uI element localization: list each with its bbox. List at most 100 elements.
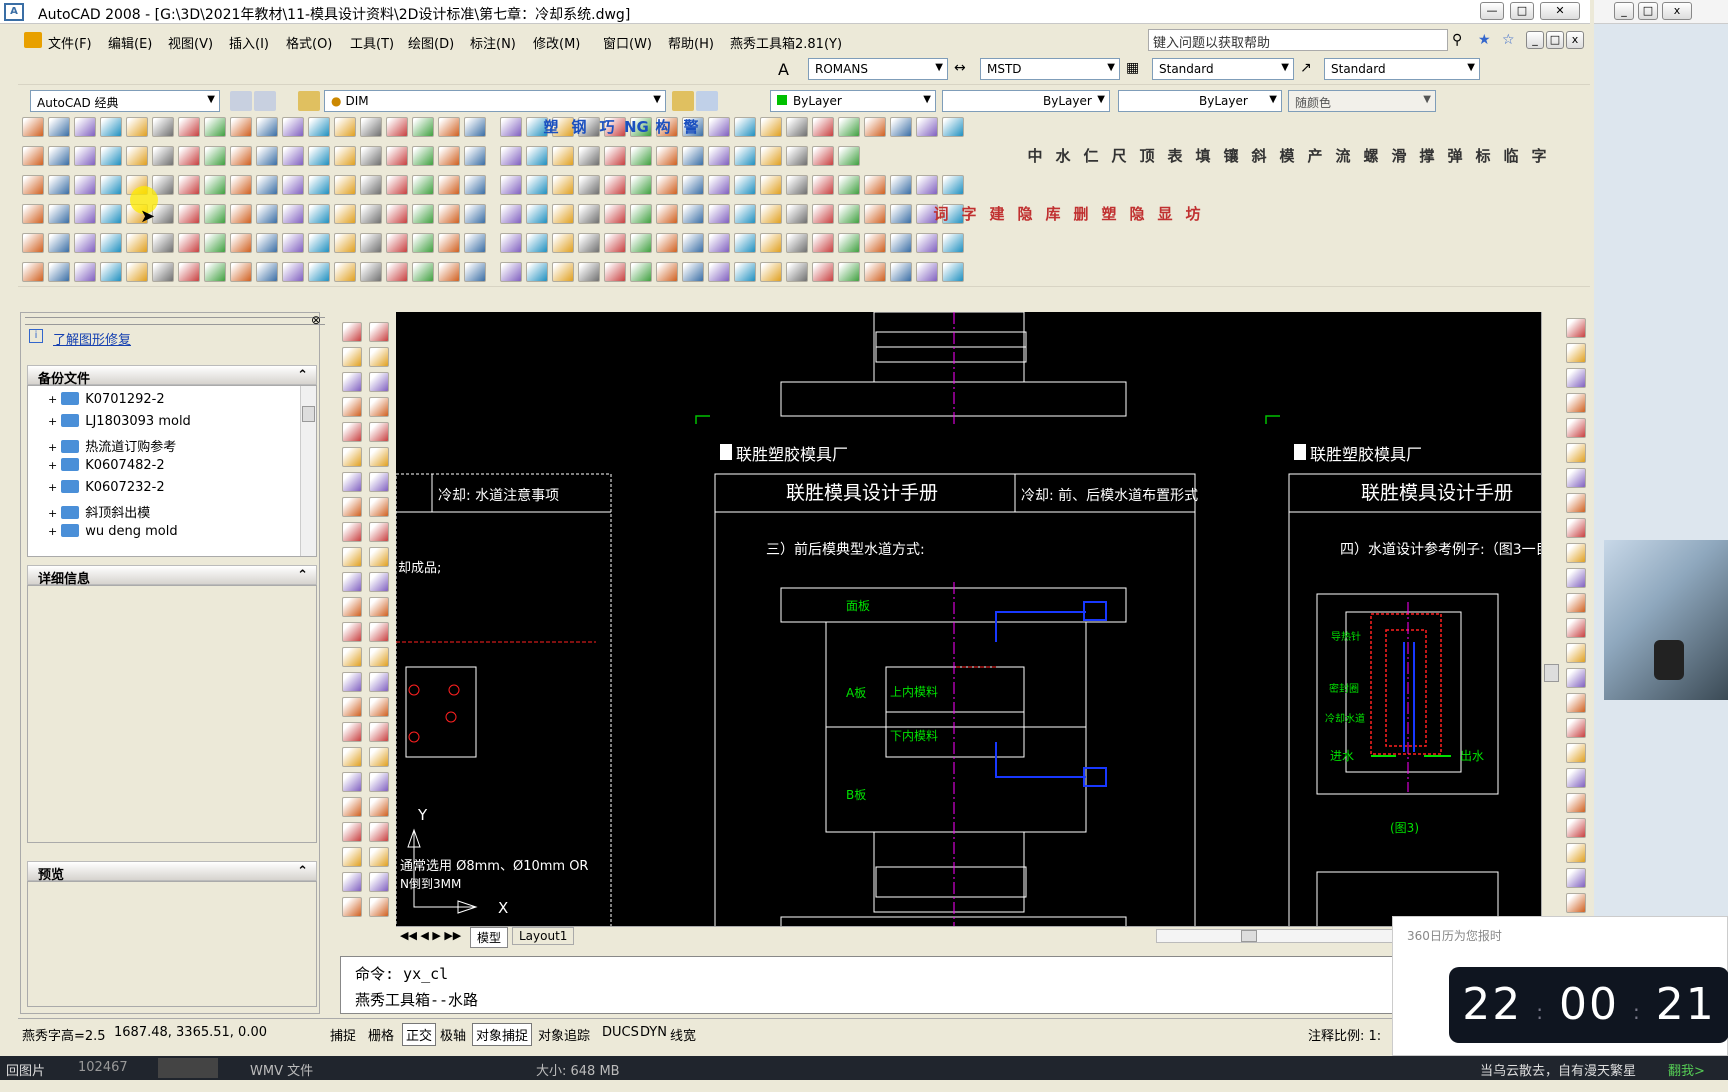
tool-icon[interactable] (334, 175, 356, 195)
tool-icon[interactable] (500, 175, 522, 195)
tool-icon[interactable] (48, 262, 70, 282)
tab-layout1[interactable]: Layout1 (512, 927, 575, 945)
toolbar-text-button[interactable]: 词 (930, 204, 952, 224)
color-select[interactable]: ByLayer ▼ (770, 90, 936, 112)
tool-icon[interactable] (334, 117, 356, 137)
modify-tool-icon[interactable] (1566, 318, 1586, 338)
collapse-icon[interactable]: ⌃ (297, 864, 308, 879)
draw-tool-icon[interactable] (342, 422, 362, 442)
modify-tool-icon[interactable] (1566, 768, 1586, 788)
tool-icon[interactable] (786, 233, 808, 253)
tree-scrollbar[interactable] (300, 386, 316, 556)
table-style-select[interactable]: Standard ▼ (1152, 58, 1294, 80)
panel-grip[interactable] (25, 317, 325, 325)
tool-icon[interactable] (734, 204, 756, 224)
tool-icon[interactable] (578, 262, 600, 282)
bg-minimize-button[interactable]: _ (1614, 2, 1634, 20)
draw-tool-icon[interactable] (342, 497, 362, 517)
modify-tool-icon[interactable] (1566, 543, 1586, 563)
tool-icon[interactable] (838, 262, 860, 282)
details-header[interactable]: 详细信息 ⌃ (27, 565, 317, 587)
draw-tool-icon[interactable] (342, 797, 362, 817)
dimension-tool-icon[interactable] (369, 847, 389, 867)
tool-icon[interactable] (760, 233, 782, 253)
tool-icon[interactable] (656, 146, 678, 166)
tool-icon[interactable] (812, 117, 834, 137)
dimension-tool-icon[interactable] (369, 797, 389, 817)
draw-tool-icon[interactable] (342, 697, 362, 717)
tool-icon[interactable] (334, 146, 356, 166)
tool-icon[interactable] (22, 262, 44, 282)
draw-tool-icon[interactable] (342, 447, 362, 467)
tool-icon[interactable] (360, 117, 382, 137)
tool-icon[interactable] (552, 262, 574, 282)
tool-icon[interactable] (552, 233, 574, 253)
tool-icon[interactable] (838, 175, 860, 195)
lineweight-toggle[interactable]: 线宽 (666, 1023, 700, 1046)
tool-icon[interactable] (360, 204, 382, 224)
menu-edit[interactable]: 编辑(E) (108, 33, 152, 52)
tab-model[interactable]: 模型 (470, 927, 509, 948)
tool-icon[interactable] (282, 233, 304, 253)
tool-icon[interactable] (282, 117, 304, 137)
dimension-tool-icon[interactable] (369, 597, 389, 617)
toolbar-text-button[interactable]: 字 (958, 204, 980, 224)
scrollbar-thumb[interactable] (302, 406, 315, 422)
tab-nav-arrows[interactable]: ◀◀ ◀ ▶ ▶▶ (400, 929, 461, 942)
expand-icon[interactable]: + (48, 507, 57, 520)
dimension-tool-icon[interactable] (369, 747, 389, 767)
tree-item[interactable]: + 斜顶斜出模 (48, 502, 150, 521)
draw-tool-icon[interactable] (342, 722, 362, 742)
menu-file[interactable]: 文件(F) (48, 33, 92, 52)
toolbar-text-button[interactable]: NG (624, 117, 649, 137)
communication-icon[interactable]: ★ (1478, 32, 1491, 48)
dimension-tool-icon[interactable] (369, 397, 389, 417)
tool-icon[interactable] (630, 233, 652, 253)
dimension-tool-icon[interactable] (369, 347, 389, 367)
tool-icon[interactable] (412, 117, 434, 137)
tool-icon[interactable] (438, 175, 460, 195)
tool-icon[interactable] (74, 146, 96, 166)
toolbar-text-button[interactable]: 库 (1042, 204, 1064, 224)
polar-toggle[interactable]: 极轴 (436, 1023, 470, 1046)
taskbar-thumbnail[interactable] (158, 1058, 218, 1078)
tool-icon[interactable] (152, 233, 174, 253)
tool-icon[interactable] (48, 175, 70, 195)
toolbar-text-button[interactable]: 螺 (1360, 146, 1382, 166)
linetype-select[interactable]: ByLayer ▼ (942, 90, 1110, 112)
tool-icon[interactable] (438, 262, 460, 282)
menu-modify[interactable]: 修改(M) (533, 33, 580, 52)
tool-icon[interactable] (360, 146, 382, 166)
tool-icon[interactable] (152, 146, 174, 166)
tool-icon[interactable] (256, 204, 278, 224)
otrack-toggle[interactable]: 对象追踪 (534, 1023, 594, 1046)
tool-icon[interactable] (786, 204, 808, 224)
dimension-tool-icon[interactable] (369, 897, 389, 917)
tool-icon[interactable] (386, 233, 408, 253)
tool-icon[interactable] (48, 117, 70, 137)
menu-insert[interactable]: 插入(I) (229, 33, 269, 52)
tool-icon[interactable] (22, 233, 44, 253)
tool-icon[interactable] (386, 175, 408, 195)
snap-toggle[interactable]: 捕捉 (326, 1023, 360, 1046)
tool-icon[interactable] (308, 117, 330, 137)
tool-icon[interactable] (126, 146, 148, 166)
tool-icon[interactable] (708, 262, 730, 282)
tool-icon[interactable] (282, 146, 304, 166)
tool-icon[interactable] (178, 175, 200, 195)
tool-icon[interactable] (464, 204, 486, 224)
tool-icon[interactable] (308, 146, 330, 166)
toolbar-text-button[interactable]: 警 (680, 117, 702, 137)
app-menu-icon[interactable] (24, 32, 42, 48)
tool-icon[interactable] (230, 175, 252, 195)
tool-icon[interactable] (864, 175, 886, 195)
tool-icon[interactable] (22, 117, 44, 137)
toolbar-text-button[interactable]: 撑 (1416, 146, 1438, 166)
tree-item[interactable]: + K0607482-2 (48, 458, 165, 473)
dimension-tool-icon[interactable] (369, 497, 389, 517)
tool-icon[interactable] (126, 233, 148, 253)
backup-files-header[interactable]: 备份文件 ⌃ (27, 365, 317, 387)
tool-icon[interactable] (178, 204, 200, 224)
tool-icon[interactable] (48, 204, 70, 224)
tool-icon[interactable] (438, 117, 460, 137)
